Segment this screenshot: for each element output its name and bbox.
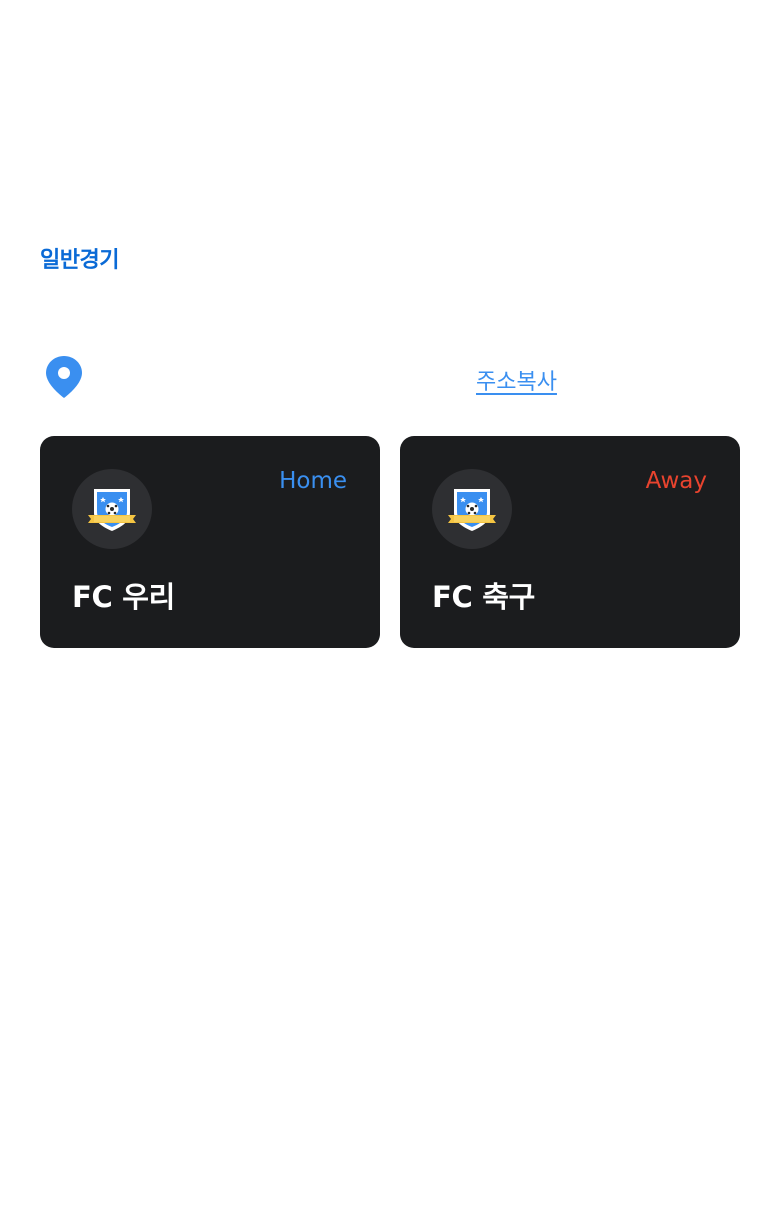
away-team-emblem [432,469,512,549]
home-team-emblem [72,469,152,549]
team-emblem-icon [448,489,496,531]
team-emblem-icon [88,489,136,531]
teams-section: Home FC 우리 Away FC 축구 [40,436,740,648]
location-row: 주소복사 [40,352,740,402]
away-team-name: FC 축구 [432,580,536,614]
home-team-name: FC 우리 [72,580,176,614]
map-pin-icon [44,354,84,400]
away-side-label: Away [645,468,707,494]
home-side-label: Home [279,468,347,494]
home-team-card[interactable]: Home FC 우리 [40,436,380,648]
match-detail-page: 일반경기 주소복사 Home FC 우리 Away FC 축구 [0,0,780,1228]
match-type-title: 일반경기 [40,248,119,273]
copy-address-link[interactable]: 주소복사 [476,364,557,396]
away-team-card[interactable]: Away FC 축구 [400,436,740,648]
